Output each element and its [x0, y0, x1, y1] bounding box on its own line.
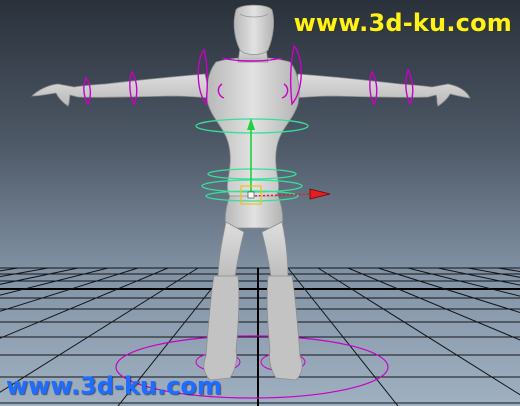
left-arm-mesh: [31, 73, 211, 107]
left-leg-mesh: [217, 221, 245, 285]
pivot-point: [247, 191, 255, 199]
watermark-bottom: www.3d-ku.com: [6, 372, 222, 400]
move-x-arrowhead[interactable]: [309, 188, 331, 200]
right-boot-mesh: [266, 275, 303, 381]
right-arm-mesh: [293, 73, 471, 107]
maya-3d-viewport[interactable]: www.3d-ku.com www.3d-ku.com: [0, 0, 520, 406]
head-mesh: [233, 4, 275, 55]
right-leg-mesh: [261, 221, 289, 285]
watermark-top: www.3d-ku.com: [293, 9, 512, 37]
scene-canvas[interactable]: [0, 0, 520, 406]
